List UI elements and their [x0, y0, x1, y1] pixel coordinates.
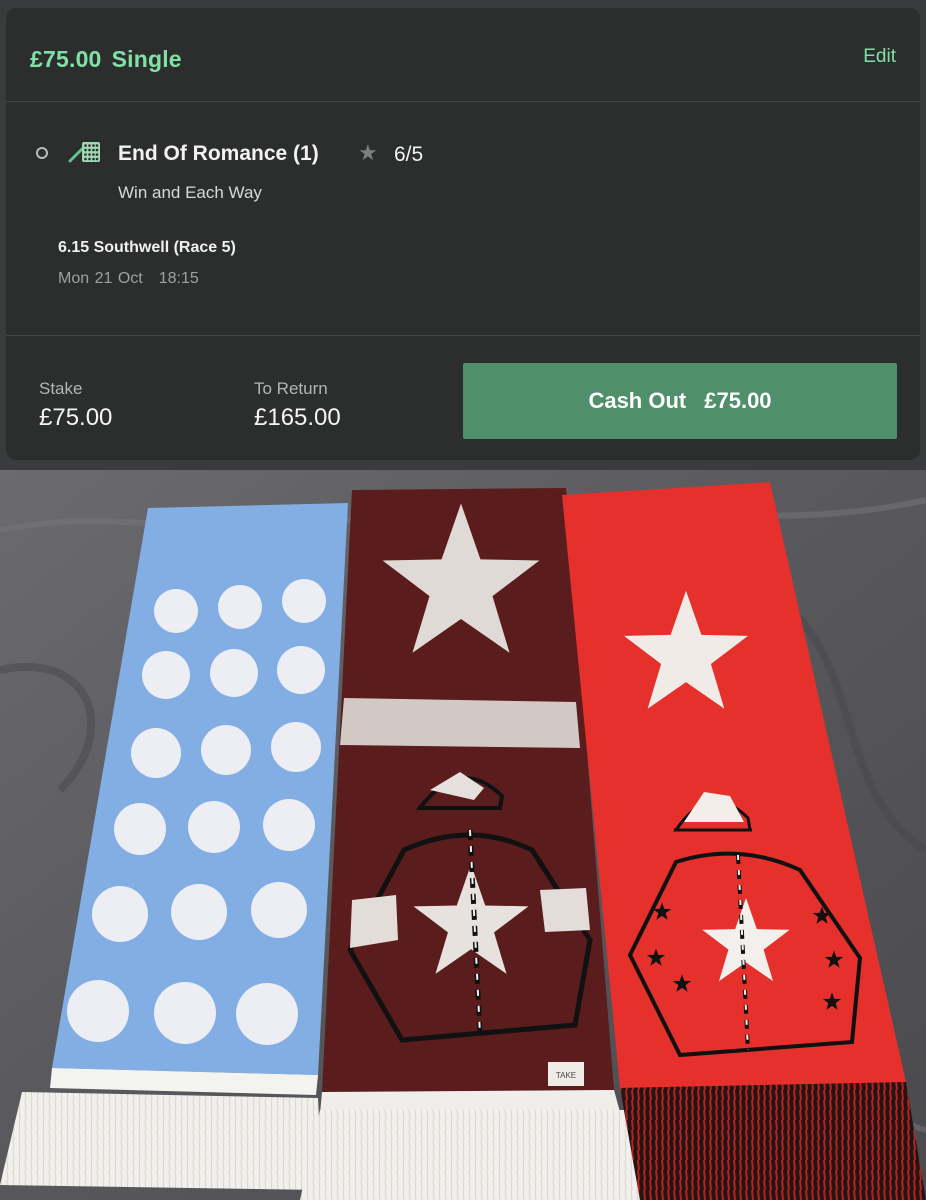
cash-out-amount: £75.00 — [704, 388, 772, 413]
return-label: To Return — [254, 379, 328, 398]
cash-out-label: Cash Out — [588, 388, 687, 413]
selection-row: End Of Romance (1) ★ 6/5 Win and Each Wa… — [6, 103, 920, 335]
scarf-fringe — [0, 1092, 322, 1190]
race-date: Mon 21 Oct — [58, 270, 143, 287]
bet-type: Single — [111, 46, 182, 72]
bet-card-footer: Stake £75.00 To Return £165.00 Cash Out £… — [6, 335, 920, 460]
race-datetime: Mon 21 Oct 18:15 — [58, 270, 199, 288]
scarves-photo: TAKE — [0, 470, 926, 1200]
scarf-tag-label: TAKE — [556, 1071, 576, 1080]
selection-name: End Of Romance (1) — [118, 142, 319, 165]
return-value: £165.00 — [254, 404, 341, 431]
bet-amount: £75.00 — [30, 46, 102, 72]
race-name: 6.15 Southwell (Race 5) — [58, 239, 236, 256]
stake-label: Stake — [39, 379, 83, 398]
race-time: 18:15 — [158, 270, 199, 287]
favourite-star-icon[interactable]: ★ — [358, 140, 378, 166]
edit-button[interactable]: Edit — [863, 46, 896, 68]
scarf-fringe — [620, 1082, 926, 1200]
selection-odds: 6/5 — [394, 143, 424, 166]
bet-card-header: £75.00 Single Edit — [6, 8, 920, 102]
selection-status-icon — [36, 147, 48, 159]
racing-silk-icon — [68, 142, 100, 163]
market-name: Win and Each Way — [118, 183, 262, 202]
cash-out-button[interactable]: Cash Out £75.00 — [463, 363, 897, 439]
stake-value: £75.00 — [39, 404, 113, 431]
bet-title: £75.00 Single — [30, 46, 182, 73]
bet-card: £75.00 Single Edit End Of Romance (1) ★ 6… — [6, 8, 920, 460]
scarf-fringe — [300, 1110, 640, 1200]
